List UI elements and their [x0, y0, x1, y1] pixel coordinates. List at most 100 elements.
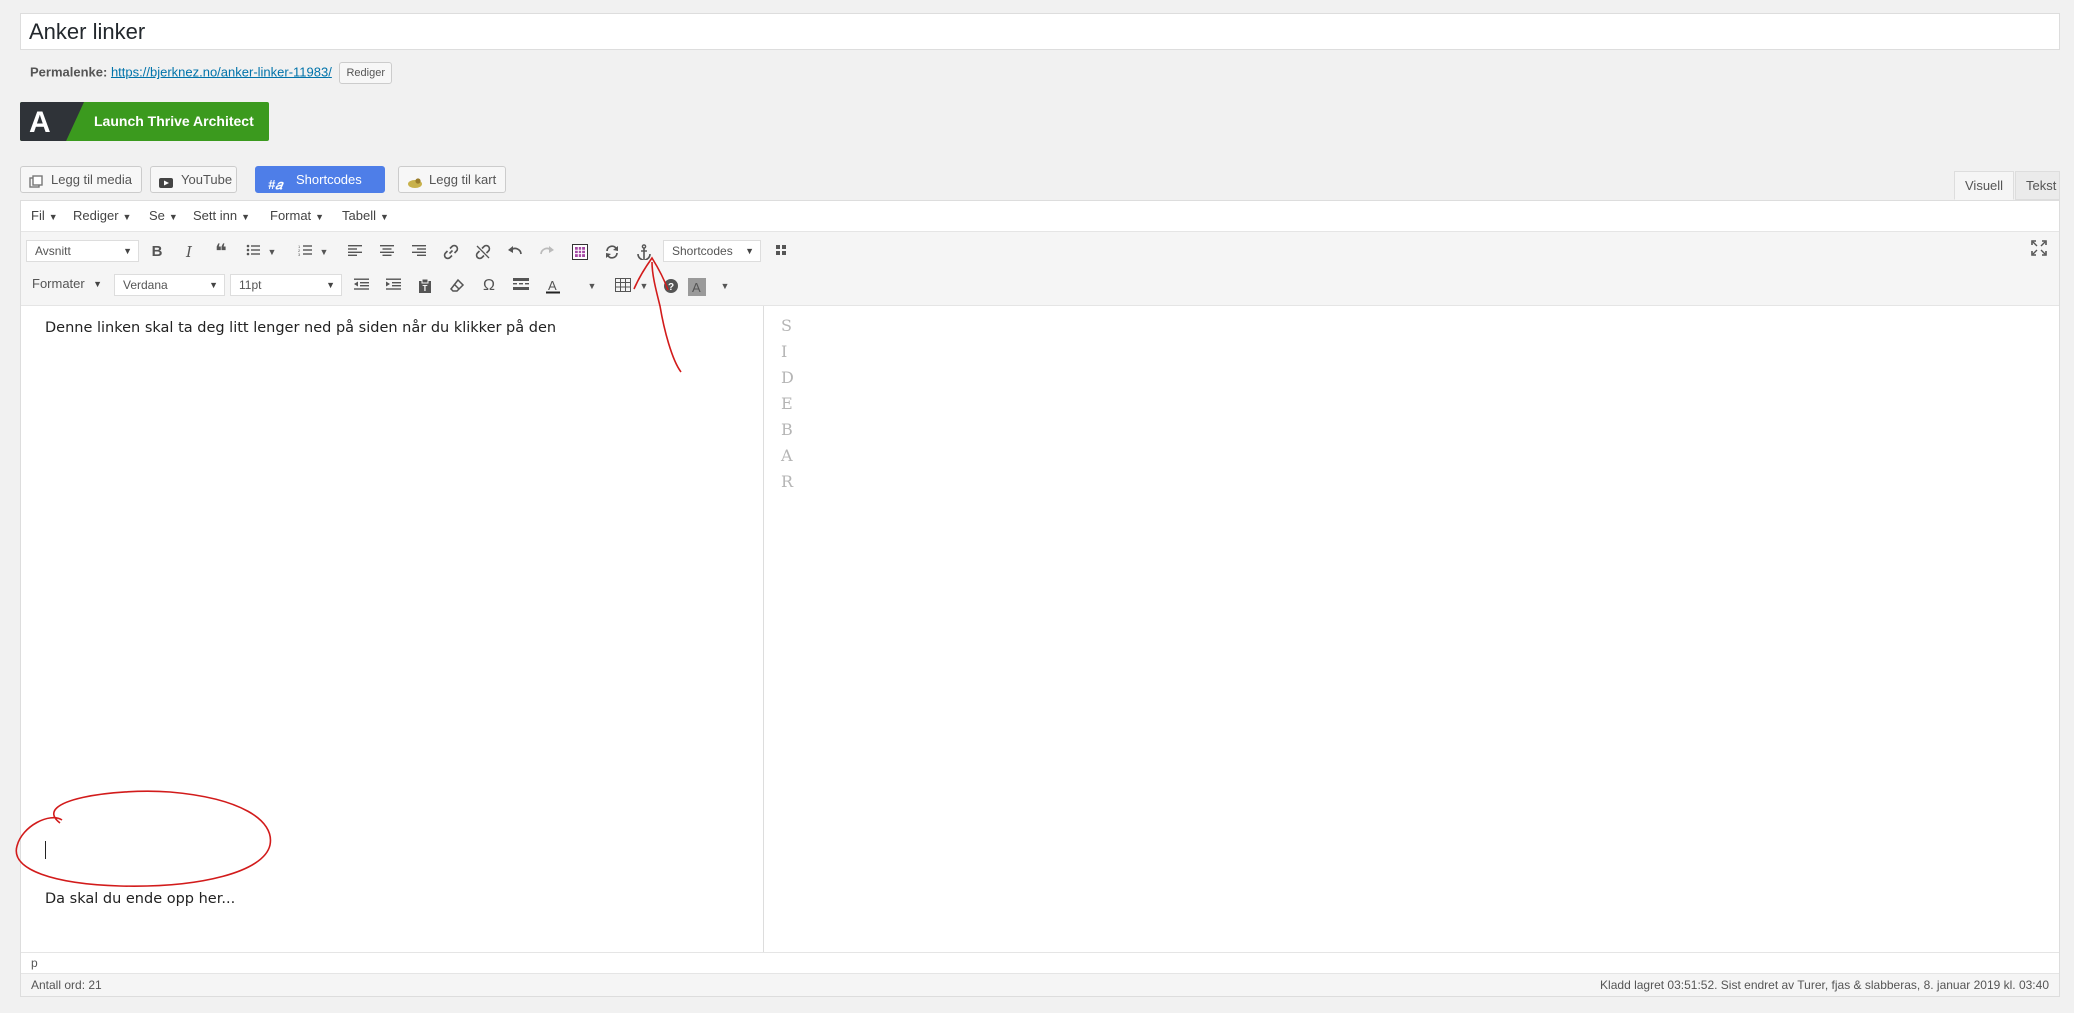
numbered-list-dropdown[interactable]: ▼ [317, 240, 331, 264]
tab-visual[interactable]: Visuell [1954, 171, 2014, 200]
thrive-grid-button[interactable] [568, 240, 592, 264]
menu-table[interactable]: Tabell ▼ [342, 208, 389, 223]
anchor-button[interactable] [632, 240, 656, 264]
map-icon [407, 172, 423, 197]
menu-insert[interactable]: Sett inn ▼ [193, 208, 250, 223]
element-path[interactable]: p [31, 956, 38, 970]
help-icon: ? [664, 279, 678, 293]
fullscreen-button[interactable] [2027, 236, 2051, 260]
shortcodes-select[interactable]: Shortcodes ▼ [663, 240, 761, 262]
content-paragraph-1: Denne linken skal ta deg litt lenger ned… [45, 320, 557, 336]
sidebar-letter: B [781, 420, 793, 439]
editor-content-area[interactable]: Denne linken skal ta deg litt lenger ned… [21, 306, 764, 952]
link-icon [443, 244, 459, 260]
chevron-down-icon: ▼ [93, 279, 102, 289]
chevron-down-icon: ▼ [48, 212, 58, 222]
shortcodes-button[interactable]: #𝑎 Shortcodes [255, 166, 385, 193]
clipboard-icon: T [419, 278, 431, 293]
formats-select[interactable]: Formater ▼ [24, 274, 108, 296]
refresh-icon [606, 245, 618, 259]
align-center-button[interactable] [375, 240, 399, 264]
tab-text[interactable]: Tekst [2015, 171, 2060, 200]
media-icon [29, 172, 43, 197]
redo-icon [540, 246, 554, 255]
anchor-icon [637, 244, 651, 260]
background-color-dropdown[interactable]: ▼ [718, 274, 732, 298]
shortcodes-icon: #𝑎 [268, 177, 283, 192]
outdent-button[interactable] [349, 274, 373, 298]
sidebar-letter: D [781, 368, 794, 387]
permalink-label: Permalenke: [30, 64, 108, 80]
unlink-icon [475, 244, 491, 260]
fullscreen-icon [2031, 240, 2047, 256]
background-color-button[interactable]: A [685, 274, 709, 298]
menu-view[interactable]: Se ▼ [149, 208, 178, 223]
chevron-down-icon: ▼ [315, 212, 325, 222]
autosave-status: Kladd lagret 03:51:52. Sist endret av Tu… [1600, 978, 2049, 992]
insert-link-button[interactable] [439, 240, 463, 264]
read-more-button[interactable] [509, 274, 533, 298]
chevron-down-icon: ▼ [326, 280, 335, 290]
editor: Fil ▼ Rediger ▼ Se ▼ Sett inn ▼ Format ▼ Tabe… [20, 200, 2060, 997]
help-button[interactable]: ? [659, 274, 683, 298]
clear-formatting-button[interactable] [445, 274, 469, 298]
edit-slug-button[interactable]: Rediger [339, 62, 393, 84]
bullet-list-button[interactable] [241, 240, 265, 264]
outdent-icon [353, 278, 369, 290]
text-color-dropdown[interactable]: ▼ [585, 274, 599, 298]
permalink-link[interactable]: https://bjerknez.no/anker-linker-11983/ [111, 64, 332, 79]
thrive-button-label: Launch Thrive Architect [94, 113, 254, 129]
bullet-list-icon [246, 244, 260, 256]
undo-button[interactable] [503, 240, 527, 264]
editor-menubar: Fil ▼ Rediger ▼ Se ▼ Sett inn ▼ Format ▼ Tabe… [21, 201, 2059, 232]
sidebar-letter: E [781, 394, 793, 413]
paragraph-select[interactable]: Avsnitt ▼ [26, 240, 139, 262]
add-map-label: Legg til kart [429, 172, 497, 187]
menu-edit[interactable]: Rediger ▼ [73, 208, 131, 223]
svg-text:T: T [423, 284, 428, 293]
launch-thrive-architect-button[interactable]: A Launch Thrive Architect [20, 102, 269, 141]
refresh-button[interactable] [600, 240, 624, 264]
toolbar-toggle-button[interactable] [769, 240, 793, 264]
indent-button[interactable] [381, 274, 405, 298]
youtube-icon [159, 172, 173, 197]
youtube-button[interactable]: YouTube [150, 166, 237, 193]
font-family-select[interactable]: Verdana ▼ [114, 274, 225, 296]
numbered-list-button[interactable]: 123 [293, 240, 317, 264]
permalink-row: Permalenke: https://bjerknez.no/anker-li… [30, 62, 393, 84]
table-button[interactable] [611, 274, 635, 298]
editor-footer: Antall ord: 21 Kladd lagret 03:51:52. Si… [21, 973, 2059, 996]
text-color-icon: A [546, 278, 560, 294]
paste-text-button[interactable]: T [413, 274, 437, 298]
bold-button[interactable]: B [145, 240, 169, 264]
align-right-button[interactable] [407, 240, 431, 264]
redo-button[interactable] [535, 240, 559, 264]
align-left-button[interactable] [343, 240, 367, 264]
chevron-down-icon: ▼ [379, 212, 389, 222]
add-media-button[interactable]: Legg til media [20, 166, 142, 193]
remove-link-button[interactable] [471, 240, 495, 264]
chevron-down-icon: ▼ [168, 212, 178, 222]
menu-format[interactable]: Format ▼ [270, 208, 324, 223]
svg-text:A: A [692, 280, 701, 295]
editor-toolbar: Avsnitt ▼ B I ❝ ▼ 123 ▼ Shortcodes ▼ For… [21, 232, 2059, 306]
word-count: Antall ord: 21 [31, 978, 102, 992]
svg-text:?: ? [668, 282, 674, 293]
post-title-input[interactable]: Anker linker [20, 13, 2060, 50]
eraser-icon [450, 278, 465, 292]
table-dropdown[interactable]: ▼ [637, 274, 651, 298]
sidebar-letter: I [781, 342, 788, 361]
align-center-icon [380, 245, 394, 256]
menu-file[interactable]: Fil ▼ [31, 208, 58, 223]
kitchen-sink-icon [776, 245, 786, 255]
font-size-select[interactable]: 11pt ▼ [230, 274, 342, 296]
text-color-button[interactable]: A [541, 274, 565, 298]
italic-button[interactable]: I [177, 240, 201, 264]
special-character-button[interactable]: Ω [477, 274, 501, 298]
bullet-list-dropdown[interactable]: ▼ [265, 240, 279, 264]
element-path-bar: p [21, 952, 2059, 973]
shortcodes-label: Shortcodes [296, 172, 362, 187]
add-media-label: Legg til media [51, 172, 132, 187]
add-map-button[interactable]: Legg til kart [398, 166, 506, 193]
blockquote-button[interactable]: ❝ [209, 240, 233, 264]
